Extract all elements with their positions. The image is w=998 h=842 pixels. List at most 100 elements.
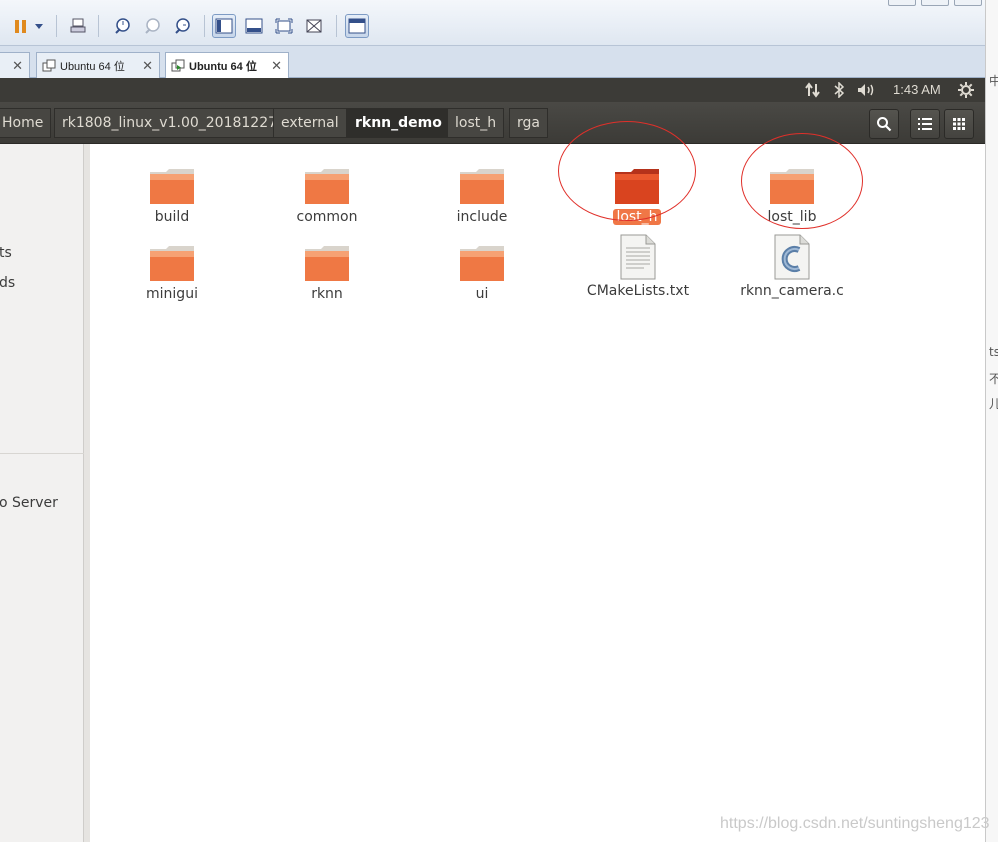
file-item-common[interactable]: common [267, 156, 387, 225]
file-item-include[interactable]: include [422, 156, 542, 225]
breadcrumb-label: rga [517, 115, 540, 131]
thumbnail-icon [245, 18, 263, 34]
close-icon[interactable]: ✕ [142, 58, 153, 74]
background-text: 中 [989, 74, 998, 88]
file-item-minigui[interactable]: minigui [112, 233, 232, 302]
breadcrumb-rga[interactable]: rga [509, 108, 548, 138]
file-item-ui[interactable]: ui [422, 233, 542, 302]
keyboard-icon [70, 18, 86, 33]
annotation-circle-lost-lib [741, 133, 863, 229]
network-icon[interactable] [805, 82, 821, 98]
background-text: 儿 [989, 397, 998, 411]
tab-label: Ubuntu 64 位 [60, 60, 125, 73]
file-item-cmakelists[interactable]: CMakeLists.txt [577, 230, 699, 299]
background-window-edge: 中 ts 不 儿 [985, 0, 998, 842]
breadcrumb-label: external [281, 115, 339, 131]
send-ctrl-alt-del-button[interactable] [66, 14, 90, 38]
background-text: ts [989, 345, 998, 359]
close-icon[interactable]: ✕ [12, 58, 23, 74]
file-name: minigui [146, 286, 198, 302]
file-name: CMakeLists.txt [586, 283, 690, 299]
unity-button[interactable] [302, 14, 326, 38]
minimize-button[interactable] [888, 0, 916, 6]
file-name: include [456, 209, 508, 225]
thumbnail-bar-button[interactable] [242, 14, 266, 38]
chevron-down-icon [35, 23, 43, 29]
full-screen-button[interactable] [272, 14, 296, 38]
snapshot-button[interactable] [110, 14, 134, 38]
maximize-button[interactable] [921, 0, 949, 6]
sidebar-item-label: ts [0, 245, 12, 261]
sidebar: ts ds r o Server [0, 144, 84, 842]
tab-ubuntu-2[interactable]: Ubuntu 64 位 ✕ [165, 52, 289, 79]
bluetooth-icon[interactable] [833, 82, 845, 98]
toolbar-divider [336, 15, 337, 37]
breadcrumb-rk1808[interactable]: rk1808_linux_v1.00_20181227 [54, 108, 286, 138]
breadcrumb-label: lost_h [455, 115, 497, 131]
vm-running-icon [171, 59, 185, 72]
close-window-button[interactable] [954, 0, 982, 6]
file-name: build [154, 209, 190, 225]
snapshot-manager-button[interactable] [170, 14, 194, 38]
pause-button[interactable] [8, 14, 32, 38]
list-view-button[interactable] [910, 109, 940, 139]
tab-label: Ubuntu 64 位 [189, 61, 257, 73]
show-library-button[interactable] [212, 14, 236, 38]
watermark: https://blog.csdn.net/suntingsheng123 [720, 815, 990, 832]
grid-view-button[interactable] [944, 109, 974, 139]
ubuntu-top-panel: 1:43 AM [0, 78, 985, 102]
breadcrumb-label: Home [2, 115, 44, 131]
breadcrumb-lost-h[interactable]: lost_h [447, 108, 505, 138]
breadcrumb-rknn-demo[interactable]: rknn_demo [347, 108, 450, 138]
file-item-build[interactable]: build [112, 156, 232, 225]
breadcrumb-external[interactable]: external [273, 108, 347, 138]
sidebar-item-label: o Server [0, 495, 58, 511]
breadcrumb-home[interactable]: Home [0, 108, 52, 138]
search-icon [877, 117, 892, 132]
tab-hidden[interactable]: ✕ [0, 52, 30, 78]
file-view: build common include lost_h lost_lib min… [90, 121, 984, 842]
folder-icon [305, 246, 349, 281]
volume-icon[interactable] [857, 82, 877, 98]
search-button[interactable] [869, 109, 899, 139]
full-screen-icon [275, 18, 293, 34]
background-text: 不 [989, 372, 998, 386]
c-source-file-icon [774, 234, 810, 280]
library-icon [215, 18, 233, 34]
snapshot-manager-icon [175, 18, 190, 34]
screenshot-root: ✕ Ubuntu 64 位 ✕ Ubuntu 64 位 ✕ 1:43 AM Ho… [0, 0, 998, 842]
breadcrumb-label: rknn_demo [355, 115, 442, 131]
close-icon[interactable]: ✕ [271, 58, 282, 74]
sidebar-item-documents[interactable]: ts [0, 245, 12, 261]
file-name: rknn [311, 286, 343, 302]
clock[interactable]: 1:43 AM [893, 82, 941, 97]
toolbar-divider [56, 15, 57, 37]
revert-snapshot-button[interactable] [140, 14, 164, 38]
folder-icon [150, 169, 194, 204]
toolbar-divider [98, 15, 99, 37]
console-view-button[interactable] [345, 14, 369, 38]
vmware-tab-bar: ✕ Ubuntu 64 位 ✕ Ubuntu 64 位 ✕ [0, 46, 985, 79]
folder-icon [460, 246, 504, 281]
text-file-icon [620, 234, 656, 280]
file-name: rknn_camera.c [740, 283, 844, 299]
sidebar-item-label: ds [0, 275, 16, 291]
gear-icon[interactable] [958, 82, 974, 98]
sidebar-item-downloads[interactable]: ds [0, 275, 15, 291]
tab-ubuntu-1[interactable]: Ubuntu 64 位 ✕ [36, 52, 160, 78]
pause-dropdown-button[interactable] [32, 14, 46, 38]
toolbar-divider [204, 15, 205, 37]
grid-view-icon [953, 118, 965, 130]
console-view-icon [348, 18, 366, 34]
file-manager-header: Home rk1808_linux_v1.00_20181227 externa… [0, 102, 985, 144]
file-item-rknn-camera-c[interactable]: rknn_camera.c [732, 230, 852, 299]
pause-icon [14, 19, 26, 33]
sidebar-item-connect-server[interactable]: o Server [0, 495, 58, 511]
sidebar-divider [0, 453, 84, 454]
revert-snapshot-icon [145, 18, 160, 34]
list-view-icon [918, 118, 932, 130]
unity-icon [306, 19, 322, 33]
file-item-rknn[interactable]: rknn [267, 233, 387, 302]
folder-icon [305, 169, 349, 204]
breadcrumb-label: rk1808_linux_v1.00_20181227 [62, 115, 278, 131]
